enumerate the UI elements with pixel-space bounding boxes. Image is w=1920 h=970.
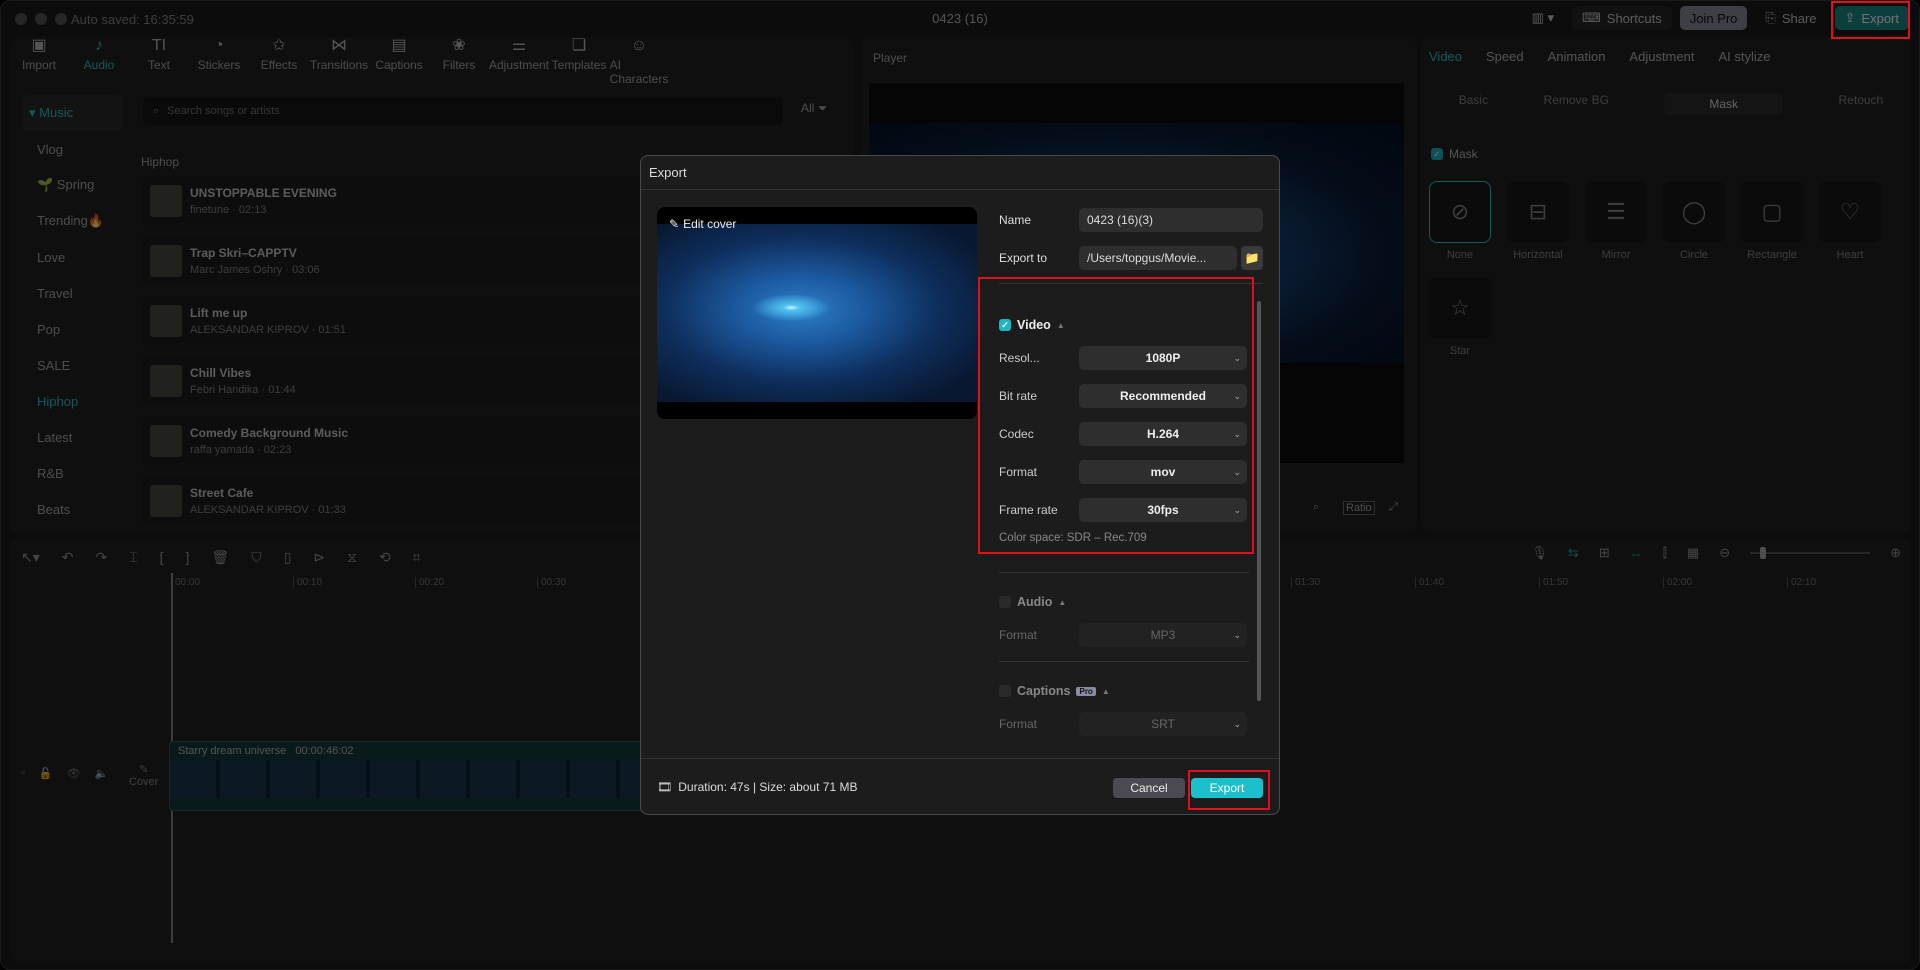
name-row: Name 0423 (16)(3) [999,207,1263,233]
edit-cover-label: Edit cover [683,217,737,231]
captions-section-header[interactable]: Captions Pro ▲ [999,678,1249,704]
audio-section-header[interactable]: Audio ▲ [999,589,1249,615]
folder-icon[interactable]: 📁 [1241,246,1263,270]
captions-format-value: SRT [1151,717,1175,731]
name-input[interactable]: 0423 (16)(3) [1079,208,1263,232]
divider [999,572,1249,573]
highlight-top-export [1831,1,1910,39]
audio-format-value: MP3 [1150,628,1176,642]
highlight-video-settings [978,277,1254,554]
audio-format-label: Format [999,628,1038,642]
edit-cover-button[interactable]: ✎ Edit cover [669,217,736,231]
chevron-down-icon: ⌄ [1233,718,1241,729]
export-to-row: Export to /Users/topgus/Movie... 📁 [999,245,1263,271]
film-icon: 🎞 [657,779,673,794]
captions-format-row: Format SRT ⌄ [999,712,1249,736]
highlight-export-button [1188,770,1270,810]
cover-image [657,224,977,402]
caret-up-icon[interactable]: ▲ [1102,687,1110,696]
duration-size-info: Duration: 47s | Size: about 71 MB [678,779,858,794]
cancel-button[interactable]: Cancel [1113,778,1185,798]
chevron-down-icon: ⌄ [1233,629,1241,640]
audio-format-row: Format MP3 ⌄ [999,623,1249,647]
captions-checkbox[interactable] [999,685,1011,697]
cover-preview[interactable]: ✎ Edit cover [657,207,977,419]
export-path-input[interactable]: /Users/topgus/Movie... [1079,246,1237,270]
pencil-icon: ✎ [669,217,680,231]
settings-scrollbar[interactable] [1257,301,1261,701]
captions-label: Captions [1017,684,1071,698]
audio-checkbox[interactable] [999,596,1011,608]
name-label: Name [999,213,1032,227]
audio-label: Audio [1017,595,1053,609]
caret-up-icon[interactable]: ▲ [1058,598,1066,607]
captions-format-label: Format [999,717,1038,731]
pro-badge: Pro [1076,686,1096,696]
audio-format-select[interactable]: MP3 ⌄ [1079,623,1247,647]
divider [999,661,1249,662]
dialog-title: Export [641,156,1279,190]
export-to-label: Export to [999,251,1048,265]
captions-format-select[interactable]: SRT ⌄ [1079,712,1247,736]
